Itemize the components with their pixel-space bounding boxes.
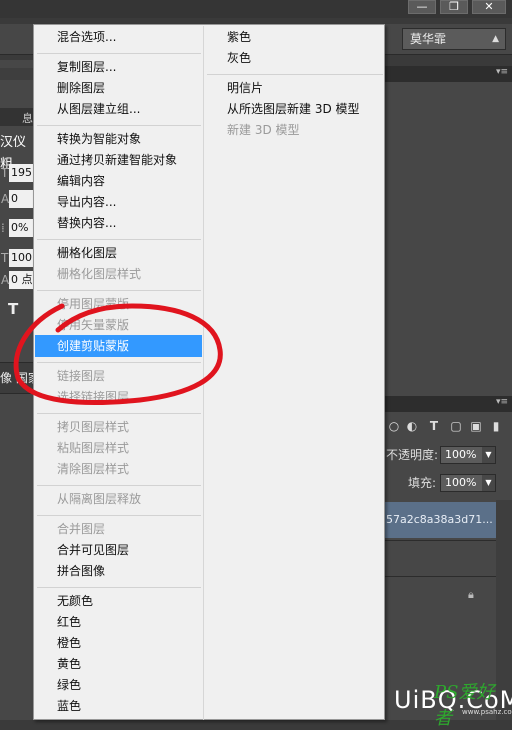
watermark-url: www.psahz.com (462, 708, 512, 716)
menu-item[interactable]: 合并可见图层 (57, 541, 129, 560)
menu-separator (37, 587, 201, 588)
faux-bold-icon[interactable]: T (8, 300, 18, 318)
menu-item[interactable]: 栅格化图层 (57, 244, 117, 263)
menu-item: 停用图层蒙版 (57, 297, 130, 311)
menu-item[interactable]: 蓝色 (57, 697, 81, 716)
menu-item[interactable]: 编辑内容 (57, 172, 105, 191)
menu-item: 合并图层 (57, 522, 106, 536)
menu-item-create-clipping-mask[interactable]: 创建剪贴蒙版 (57, 337, 129, 356)
menu-item[interactable]: 删除图层 (57, 79, 105, 98)
menu-separator (207, 74, 383, 75)
baseline-shift-icon: A (1, 273, 10, 287)
font-family-select[interactable]: 莫华霏 ▲ (402, 28, 506, 50)
tracking-field[interactable]: 0% (9, 219, 35, 237)
menu-separator (37, 53, 201, 54)
opacity-field[interactable]: 100% ▼ (440, 446, 496, 464)
right-panel (384, 66, 512, 720)
menu-item[interactable]: 紫色 (227, 28, 251, 47)
minimize-button[interactable]: — (408, 0, 436, 14)
menu-separator (37, 362, 201, 363)
baseline-shift-field[interactable]: 0 点 (9, 271, 35, 289)
menu-column-divider (203, 26, 204, 720)
filter-shape-icon[interactable]: ▢ (448, 418, 464, 434)
panel-menu-icon[interactable]: ▾≡ (496, 67, 508, 77)
vertical-scale-field[interactable]: 100 (9, 249, 35, 267)
fill-value: 100% (445, 476, 477, 489)
menu-item[interactable]: 从图层建立组... (57, 100, 140, 119)
menu-item[interactable]: 拼合图像 (57, 562, 105, 581)
opacity-value: 100% (445, 448, 477, 461)
vertical-scale-icon: T (1, 251, 9, 265)
menu-separator (37, 239, 201, 240)
lock-icon: 🔒︎ (468, 588, 474, 601)
tracking-icon: ⁞ (1, 221, 5, 235)
font-size-icon: T (1, 166, 9, 180)
menu-item[interactable]: 红色 (57, 613, 81, 632)
panel-header: ▾≡ (384, 66, 512, 82)
menu-item[interactable]: 绿色 (57, 676, 81, 695)
menu-item[interactable]: 导出内容... (57, 193, 116, 212)
font-size-field[interactable]: 195 (9, 164, 35, 182)
menu-item: 清除图层样式 (57, 462, 130, 476)
menu-item: 链接图层 (57, 369, 106, 383)
menu-item: 从隔离图层释放 (57, 492, 142, 506)
kerning-field[interactable]: 0 (9, 190, 35, 208)
filter-pixel-icon[interactable]: ○ (386, 418, 402, 434)
fill-field[interactable]: 100% ▼ (440, 474, 496, 492)
panel-tab-bar-2: 像 国家 (0, 362, 40, 394)
chevron-down-icon[interactable]: ▼ (482, 447, 495, 463)
menu-item: 停用矢量蒙版 (57, 318, 130, 332)
menu-item: 栅格化图层样式 (57, 267, 142, 281)
menu-item[interactable]: 复制图层... (57, 58, 116, 77)
layer-divider (384, 576, 496, 577)
ruler (0, 68, 34, 80)
menu-item[interactable]: 替换内容... (57, 214, 116, 233)
layer-divider (384, 540, 496, 541)
fill-label: 填充: (408, 476, 437, 490)
filter-toggle-icon[interactable]: ▮ (488, 418, 504, 434)
menu-item[interactable]: 转换为智能对象 (57, 130, 141, 149)
menu-item[interactable]: 灰色 (227, 49, 251, 68)
menu-item[interactable]: 橙色 (57, 634, 81, 653)
layer-row-selected[interactable]: 57a2c8a38a3d71... (384, 502, 496, 538)
menu-item[interactable]: 明信片 (227, 79, 263, 98)
menu-item[interactable]: 混合选项... (57, 28, 116, 47)
kerning-icon: A (1, 192, 10, 206)
opacity-label: 不透明度: (386, 448, 439, 462)
menu-separator (37, 290, 201, 291)
menu-item: 拷贝图层样式 (57, 420, 130, 434)
panel-tab-bar: 息 (0, 108, 34, 126)
menu-separator (37, 515, 201, 516)
chevron-updown-icon: ▲ (492, 34, 499, 44)
menu-item[interactable]: 从所选图层新建 3D 模型 (227, 100, 360, 119)
filter-smart-icon[interactable]: ▣ (468, 418, 484, 434)
layers-panel-menu-icon[interactable]: ▾≡ (496, 397, 508, 407)
menu-item[interactable]: 无颜色 (57, 592, 93, 611)
close-button[interactable]: ✕ (472, 0, 506, 14)
panel-tab[interactable]: 息 (22, 110, 33, 126)
watermark-ps: PS爱好者 (434, 682, 495, 729)
menu-item[interactable]: 黄色 (57, 655, 81, 674)
filter-type-icon[interactable]: T (426, 418, 442, 434)
menu-separator (37, 413, 201, 414)
font-name-label: 汉仪粗 (0, 135, 27, 172)
menu-item: 粘贴图层样式 (57, 441, 130, 455)
restore-button[interactable]: ❐ (440, 0, 468, 14)
chevron-down-icon[interactable]: ▼ (482, 475, 495, 491)
menu-item: 新建 3D 模型 (227, 123, 300, 137)
filter-adjust-icon[interactable]: ◐ (404, 418, 420, 434)
menu-item[interactable]: 通过拷贝新建智能对象 (57, 151, 177, 170)
watermark: UiBQ.CoM PS爱好者 www.psahz.com (394, 680, 512, 729)
menu-separator (37, 485, 201, 486)
menu-item: 选择链接图层 (57, 390, 130, 404)
font-family-value: 莫华霏 (410, 32, 447, 46)
menu-separator (37, 125, 201, 126)
layers-panel-header: ▾≡ (384, 396, 512, 412)
